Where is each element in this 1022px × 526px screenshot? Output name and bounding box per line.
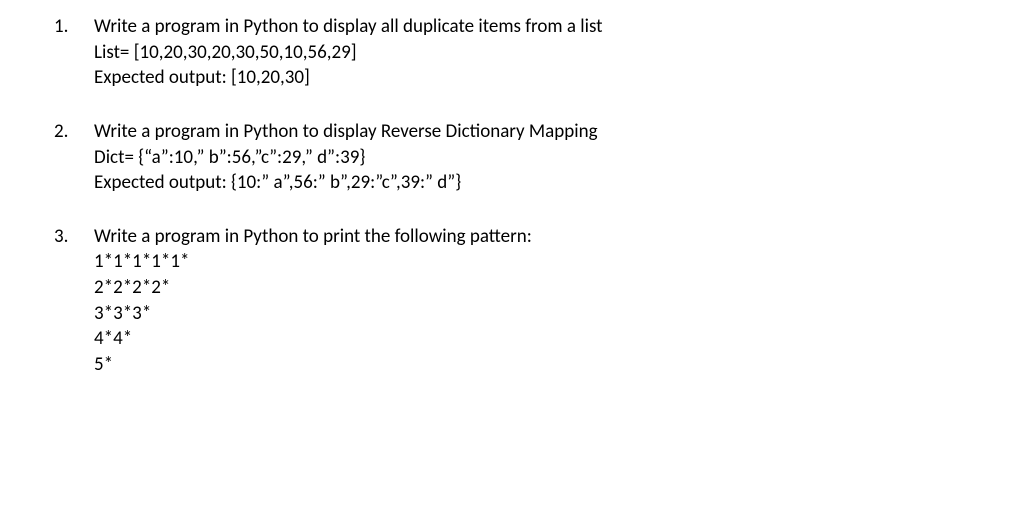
question-prompt: Write a program in Python to print the f…: [94, 224, 992, 250]
question-detail: List= [10,20,30,20,30,50,10,56,29]: [94, 40, 992, 66]
question-item-2: Write a program in Python to display Rev…: [30, 119, 992, 196]
question-prompt: Write a program in Python to display all…: [94, 14, 992, 40]
pattern-line: 3*3*3*: [94, 301, 992, 327]
pattern-line: 2*2*2*2*: [94, 275, 992, 301]
pattern-line: 4*4*: [94, 326, 992, 352]
pattern-line: 5*: [94, 352, 992, 378]
question-prompt: Write a program in Python to display Rev…: [94, 119, 992, 145]
question-list: Write a program in Python to display all…: [30, 14, 992, 378]
question-item-1: Write a program in Python to display all…: [30, 14, 992, 91]
question-detail: Dict= {“a”:10,” b”:56,”c”:29,” d”:39}: [94, 145, 992, 171]
question-detail: Expected output: [10,20,30]: [94, 65, 992, 91]
question-detail: Expected output: {10:” a”,56:” b”,29:”c”…: [94, 170, 992, 196]
pattern-line: 1*1*1*1*1*: [94, 249, 992, 275]
question-item-3: Write a program in Python to print the f…: [30, 224, 992, 378]
